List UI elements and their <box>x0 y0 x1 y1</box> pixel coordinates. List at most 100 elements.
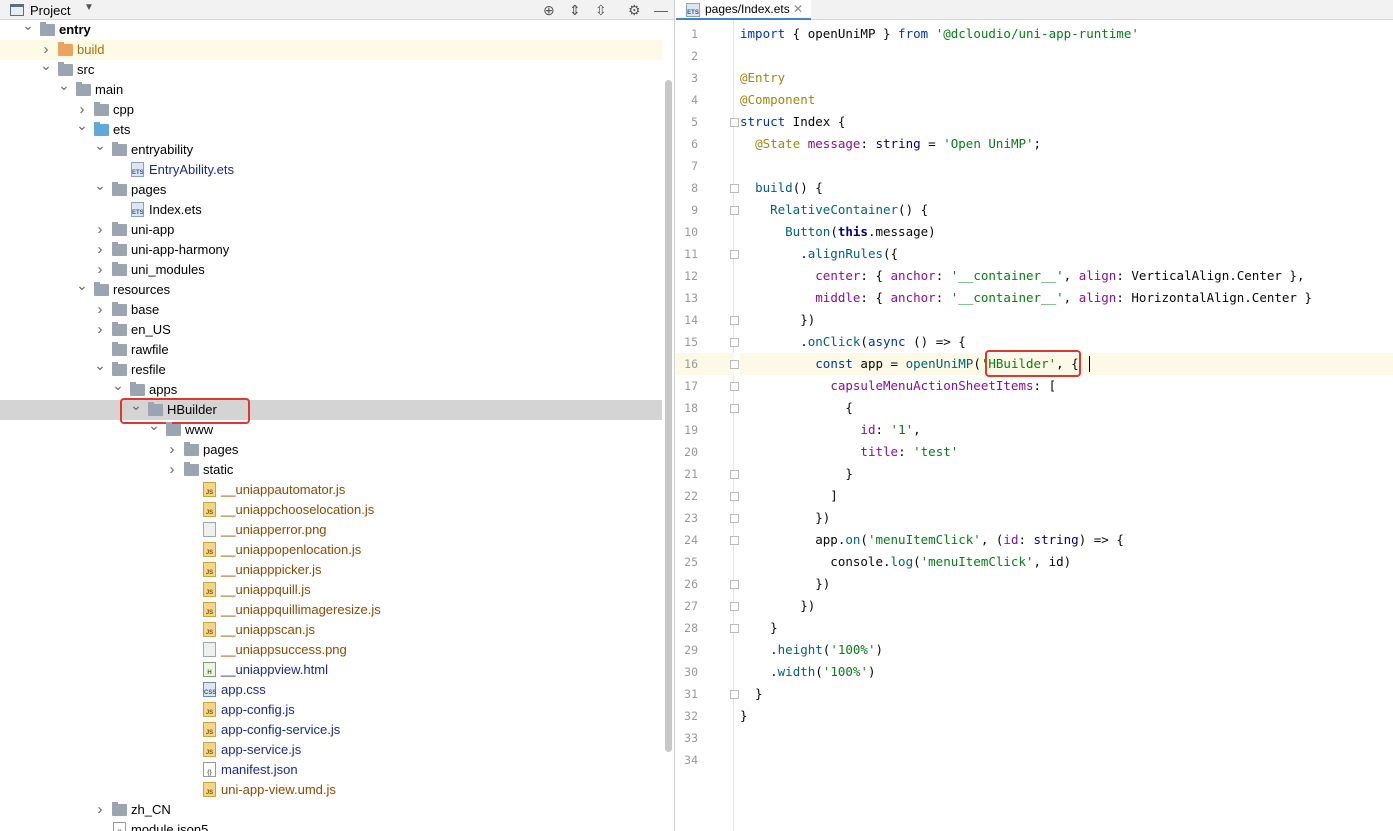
chevron-right-icon[interactable]: › <box>94 800 106 820</box>
tree-row[interactable]: ⌄ pages <box>0 177 662 200</box>
gear-icon[interactable]: ⚙ <box>628 1 641 19</box>
chevron-right-icon[interactable]: › <box>94 320 106 340</box>
fold-marker-icon[interactable] <box>730 602 739 611</box>
fold-marker-icon[interactable] <box>730 470 739 479</box>
tree-row[interactable]: › uni_modules <box>0 260 662 280</box>
chevron-right-icon[interactable]: › <box>94 300 106 320</box>
code-line[interactable]: Button(this.message) <box>740 221 936 243</box>
tree-row[interactable]: ETS Index.ets <box>0 200 662 220</box>
chevron-down-icon[interactable]: ⌄ <box>22 15 34 35</box>
chevron-down-icon[interactable]: ⌄ <box>76 115 88 135</box>
tree-row[interactable]: › cpp <box>0 100 662 120</box>
fold-marker-icon[interactable] <box>730 492 739 501</box>
code-line[interactable]: } <box>740 463 853 485</box>
fold-marker-icon[interactable] <box>730 250 739 259</box>
code-line[interactable]: middle: { anchor: '__container__', align… <box>740 287 1312 309</box>
code-line[interactable]: .alignRules({ <box>740 243 898 265</box>
tree-row[interactable]: JS __uniapppicker.js <box>0 560 662 580</box>
code-line[interactable]: }) <box>740 309 815 331</box>
chevron-down-icon[interactable]: ▼ <box>84 2 94 13</box>
code-line[interactable]: RelativeContainer() { <box>740 199 928 221</box>
tree-row[interactable]: JS __uniappchooselocation.js <box>0 500 662 520</box>
chevron-down-icon[interactable]: ⌄ <box>94 175 106 195</box>
tree-row[interactable]: ⌄ entryability <box>0 137 662 160</box>
tree-row[interactable]: JS app-service.js <box>0 740 662 760</box>
tree-row[interactable]: {} module.json5 <box>0 820 662 831</box>
project-scrollbar[interactable] <box>665 80 672 752</box>
fold-marker-icon[interactable] <box>730 338 739 347</box>
fold-marker-icon[interactable] <box>730 382 739 391</box>
tree-row[interactable]: ⌄ src <box>0 57 662 80</box>
code-line[interactable]: @Entry <box>740 67 785 89</box>
tree-row[interactable]: {} manifest.json <box>0 760 662 780</box>
fold-marker-icon[interactable] <box>730 206 739 215</box>
code-line[interactable]: ] <box>740 485 838 507</box>
tree-row[interactable]: › static <box>0 460 662 480</box>
chevron-down-icon[interactable]: ⌄ <box>112 375 124 395</box>
tree-row[interactable]: JS __uniappscan.js <box>0 620 662 640</box>
tree-row[interactable]: › build <box>0 40 662 60</box>
tree-row[interactable]: JS uni-app-view.umd.js <box>0 780 662 800</box>
chevron-down-icon[interactable]: ⌄ <box>58 75 70 95</box>
tree-row[interactable]: › en_US <box>0 320 662 340</box>
tree-row[interactable]: › uni-app-harmony <box>0 240 662 260</box>
fold-marker-icon[interactable] <box>730 536 739 545</box>
fold-marker-icon[interactable] <box>730 690 739 699</box>
chevron-right-icon[interactable]: › <box>94 260 106 280</box>
locate-icon[interactable]: ⊕ <box>543 1 555 19</box>
code-line[interactable]: console.log('menuItemClick', id) <box>740 551 1071 573</box>
tree-row[interactable]: __uniapperror.png <box>0 520 662 540</box>
tree-row[interactable]: ⌄ apps <box>0 377 662 400</box>
tree-row[interactable]: __uniappsuccess.png <box>0 640 662 660</box>
expand-all-icon[interactable]: ⇕ <box>569 1 581 19</box>
fold-marker-icon[interactable] <box>730 514 739 523</box>
close-icon[interactable]: ✕ <box>793 2 803 16</box>
tree-row[interactable]: JS app-config.js <box>0 700 662 720</box>
tree-row[interactable]: ⌄ entry <box>0 17 662 40</box>
code-line[interactable]: import { openUniMP } from '@dcloudio/uni… <box>740 23 1139 45</box>
code-line[interactable]: app.on('menuItemClick', (id: string) => … <box>740 529 1124 551</box>
code-line[interactable]: center: { anchor: '__container__', align… <box>740 265 1304 287</box>
tree-row[interactable]: › zh_CN <box>0 800 662 820</box>
tree-row[interactable]: › base <box>0 300 662 320</box>
code-line[interactable]: title: 'test' <box>740 441 958 463</box>
code-line[interactable]: }) <box>740 595 815 617</box>
fold-marker-icon[interactable] <box>730 184 739 193</box>
minimize-icon[interactable]: — <box>654 1 668 19</box>
fold-marker-icon[interactable] <box>730 118 739 127</box>
code-line[interactable]: } <box>740 705 748 727</box>
fold-marker-icon[interactable] <box>730 580 739 589</box>
tree-row[interactable]: › uni-app <box>0 220 662 240</box>
chevron-right-icon[interactable]: › <box>94 220 106 240</box>
code-line[interactable]: id: '1', <box>740 419 920 441</box>
code-line[interactable]: .width('100%') <box>740 661 875 683</box>
tab-index-ets[interactable]: ETS pages/Index.ets ✕ <box>676 0 811 20</box>
tree-row[interactable]: › pages <box>0 440 662 460</box>
code-line[interactable]: }) <box>740 573 830 595</box>
code-line[interactable]: .onClick(async () => { <box>740 331 966 353</box>
code-line[interactable]: build() { <box>740 177 823 199</box>
chevron-down-icon[interactable]: ⌄ <box>148 415 160 435</box>
tree-row[interactable]: ⌄ main <box>0 77 662 100</box>
tree-row[interactable]: JS __uniappopenlocation.js <box>0 540 662 560</box>
chevron-right-icon[interactable]: › <box>166 440 178 460</box>
code-line[interactable]: capsuleMenuActionSheetItems: [ <box>740 375 1056 397</box>
tree-row[interactable]: H __uniappview.html <box>0 660 662 680</box>
project-panel-title[interactable]: Project <box>30 3 70 18</box>
collapse-all-icon[interactable]: ⇳ <box>595 1 607 19</box>
code-line[interactable]: { <box>740 397 853 419</box>
tree-row[interactable]: ⌄ resources <box>0 277 662 300</box>
fold-marker-icon[interactable] <box>730 316 739 325</box>
chevron-down-icon[interactable]: ⌄ <box>76 275 88 295</box>
code-line[interactable]: @State message: string = 'Open UniMP'; <box>740 133 1041 155</box>
chevron-right-icon[interactable]: › <box>166 460 178 480</box>
fold-marker-icon[interactable] <box>730 360 739 369</box>
tree-row[interactable]: JS app-config-service.js <box>0 720 662 740</box>
tree-row[interactable]: CSS app.css <box>0 680 662 700</box>
code-area[interactable]: import { openUniMP } from '@dcloudio/uni… <box>740 20 1393 831</box>
code-line[interactable]: @Component <box>740 89 815 111</box>
tree-row[interactable]: JS __uniappautomator.js <box>0 480 662 500</box>
chevron-right-icon[interactable]: › <box>94 240 106 260</box>
chevron-down-icon[interactable]: ⌄ <box>40 55 52 75</box>
fold-marker-icon[interactable] <box>730 624 739 633</box>
